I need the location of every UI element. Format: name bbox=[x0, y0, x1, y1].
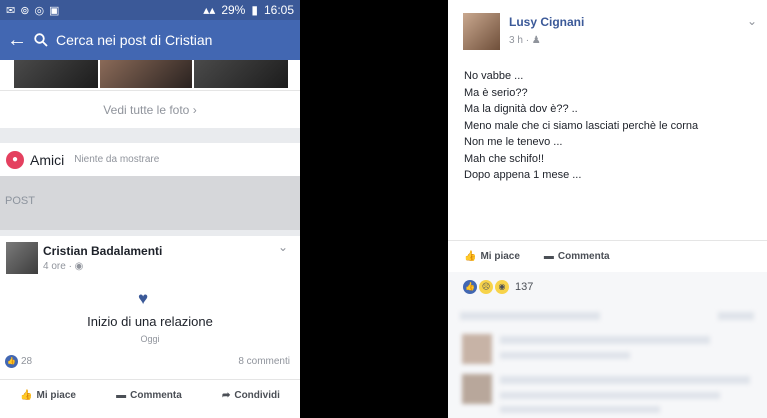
wow-emoji-icon: ◉ bbox=[495, 280, 509, 294]
top-nav-bar: ← Cerca nei post di Cristian bbox=[0, 20, 300, 60]
notification-icon: ⊚ bbox=[20, 4, 30, 17]
share-button[interactable]: ➦ Condividi bbox=[222, 390, 280, 401]
post-actions: 👍 Mi piace ▬ Commenta ➦ Condividi bbox=[0, 379, 300, 411]
author-avatar[interactable] bbox=[463, 13, 500, 50]
status-notification-icons: ✉ ⊚ ◎ ▣ bbox=[6, 4, 59, 17]
section-label: POST bbox=[5, 195, 35, 207]
blurred-comment bbox=[500, 352, 630, 359]
like-icon: 👍 bbox=[20, 390, 33, 401]
comment-icon: ▬ bbox=[543, 251, 554, 262]
left-phone-screen: ✉ ⊚ ◎ ▣ ▴▴ 29% ▮ 16:05 ← Cerca nei post … bbox=[0, 0, 300, 418]
reactions-count: 137 bbox=[515, 281, 534, 293]
reactions-summary[interactable]: 👍 ☹ ◉ 137 bbox=[463, 280, 533, 294]
notification-icon: ◎ bbox=[34, 4, 45, 17]
search-bar[interactable]: Cerca nei post di Cristian bbox=[34, 32, 212, 48]
post-author[interactable]: Cristian Badalamenti bbox=[43, 244, 162, 258]
like-icon: 👍 bbox=[5, 355, 18, 368]
like-button[interactable]: 👍 Mi piace bbox=[20, 390, 76, 401]
notification-icon: ✉ bbox=[6, 4, 16, 17]
photo-thumbnail[interactable] bbox=[194, 60, 288, 88]
friends-title: Amici bbox=[30, 151, 65, 168]
globe-icon: · ◉ bbox=[68, 261, 84, 272]
author-avatar[interactable] bbox=[6, 242, 38, 274]
likes-count[interactable]: 👍 28 bbox=[5, 355, 32, 368]
post-author[interactable]: Lusy Cignani bbox=[509, 15, 584, 29]
blurred-comment bbox=[718, 312, 754, 320]
share-icon: ➦ bbox=[221, 390, 231, 401]
relationship-post: Cristian Badalamenti 4 ore · ◉ ⌄ ♥ Inizi… bbox=[0, 236, 300, 418]
comment-button[interactable]: ▬ Commenta bbox=[116, 390, 182, 401]
friends-icon: ● bbox=[6, 150, 24, 169]
status-bar: ✉ ⊚ ◎ ▣ ▴▴ 29% ▮ 16:05 bbox=[0, 0, 300, 20]
post-text-line: Ma la dignità dov è?? .. bbox=[464, 103, 578, 115]
blurred-avatar bbox=[462, 374, 492, 404]
search-icon bbox=[34, 33, 48, 47]
like-icon: 👍 bbox=[464, 251, 477, 262]
notification-icon: ▣ bbox=[49, 4, 60, 17]
photo-thumbnail[interactable] bbox=[100, 60, 192, 88]
blurred-comment bbox=[500, 392, 720, 399]
post-time: 4 ore · ◉ bbox=[43, 261, 84, 272]
post-text-line: No vabbe ... bbox=[464, 70, 524, 82]
post-text-line: Mah che schifo!! bbox=[464, 152, 545, 165]
like-icon: 👍 bbox=[463, 280, 477, 294]
sad-emoji-icon: ☹ bbox=[479, 280, 493, 294]
chevron-down-icon[interactable]: ⌄ bbox=[747, 14, 757, 28]
photo-strip bbox=[0, 60, 300, 90]
blurred-comment bbox=[460, 312, 600, 320]
life-event-date: Oggi bbox=[140, 334, 160, 344]
life-event-title: Inizio di una relazione bbox=[87, 314, 213, 329]
see-all-photos-link[interactable]: Vedi tutte le foto › bbox=[0, 90, 300, 128]
post-actions: 👍 Mi piace ▬ Commenta bbox=[448, 240, 767, 272]
friends-subtitle: Niente da mostrare bbox=[74, 154, 160, 165]
clock: 16:05 bbox=[263, 3, 294, 17]
blurred-avatar bbox=[462, 334, 492, 364]
right-post-screen: Lusy Cignani 3 h · ♟ ⌄ No vabbe ... Ma è… bbox=[448, 0, 767, 418]
chevron-right-icon: › bbox=[192, 103, 197, 117]
friends-section[interactable]: ● Amici Niente da mostrare bbox=[0, 143, 300, 176]
comments-count[interactable]: 8 commenti bbox=[238, 356, 290, 367]
comment-button[interactable]: ▬ Commenta bbox=[544, 251, 610, 262]
battery-icon: ▮ bbox=[251, 3, 258, 17]
blurred-comment bbox=[500, 376, 750, 384]
search-input[interactable]: Cerca nei post di Cristian bbox=[56, 32, 212, 48]
battery-level: 29% bbox=[221, 3, 246, 17]
heart-icon: ♥ bbox=[138, 289, 149, 308]
chevron-down-icon[interactable]: ⌄ bbox=[278, 240, 288, 254]
post-text-line: Ma è serio?? bbox=[464, 86, 528, 99]
post-time: 3 h · ♟ bbox=[509, 35, 541, 46]
friends-audience-icon: · ♟ bbox=[525, 35, 541, 46]
post-text-line: Non me le tenevo ... bbox=[464, 136, 563, 148]
blurred-comment bbox=[500, 336, 710, 344]
post-text-line: Meno male che ci siamo lasciati perchè l… bbox=[464, 119, 699, 132]
reactions-and-comments: 👍 ☹ ◉ 137 bbox=[448, 272, 767, 418]
blurred-comment bbox=[500, 406, 660, 413]
like-button[interactable]: 👍 Mi piace bbox=[464, 251, 520, 262]
signal-icon: ▴▴ bbox=[203, 3, 216, 17]
photo-thumbnail[interactable] bbox=[14, 60, 98, 88]
post-text-line: Dopo appena 1 mese ... bbox=[464, 169, 582, 181]
post-text: No vabbe ... Ma è serio?? Ma la dignità … bbox=[464, 68, 698, 184]
posts-section-header: POST bbox=[0, 176, 300, 230]
comment-icon: ▬ bbox=[116, 390, 127, 401]
back-arrow-icon[interactable]: ← bbox=[0, 29, 34, 52]
